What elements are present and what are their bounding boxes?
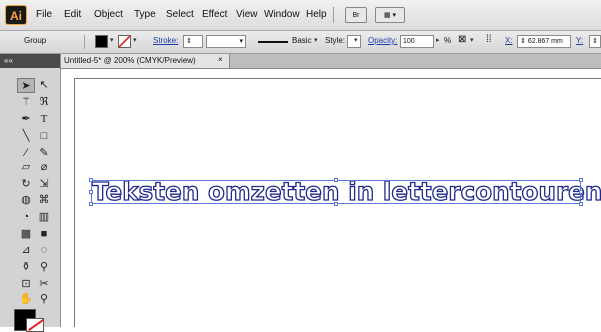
opacity-unit: % — [444, 36, 452, 45]
menu-type[interactable]: Type — [134, 9, 156, 20]
control-bar: Group ▾ ▾ Stroke: ⇕ ▾ Basic ▾ Style: ▾ O… — [0, 31, 601, 54]
chevron-right-icon[interactable]: ▸ — [436, 36, 440, 44]
stroke-label[interactable]: Stroke: — [153, 36, 178, 45]
selection-handle[interactable] — [334, 202, 338, 206]
gradient-tool-icon[interactable]: ■ — [35, 227, 53, 242]
tools-panel-header[interactable]: «« — [0, 54, 60, 68]
pencil-tool-icon[interactable]: ✎ — [35, 146, 53, 161]
chevron-down-icon[interactable]: ▾ — [133, 36, 137, 44]
eraser-tool-icon[interactable]: ⌀ — [35, 160, 53, 175]
selection-type-label: Group — [24, 36, 47, 45]
chevron-down-icon[interactable]: ▾ — [470, 36, 474, 44]
chevron-down-icon[interactable]: ▾ — [314, 36, 318, 44]
selection-handle[interactable] — [579, 202, 583, 206]
symbol-sprayer-icon[interactable]: ◔ — [17, 210, 35, 225]
menu-bar: Ai File Edit Object Type Select Effect V… — [0, 0, 601, 31]
mesh-tool-icon[interactable]: ▩ — [17, 227, 35, 242]
selection-handle[interactable] — [89, 178, 93, 182]
menu-select[interactable]: Select — [166, 9, 194, 20]
chevron-down-icon[interactable]: ▾ — [110, 36, 114, 44]
selection-bounding-box[interactable] — [91, 180, 581, 204]
y-field[interactable]: ⇕ — [589, 35, 601, 48]
stroke-profile-label[interactable]: Basic — [292, 36, 312, 45]
fill-swatch[interactable] — [95, 35, 108, 48]
app-logo: Ai — [5, 5, 27, 25]
magic-wand-icon[interactable]: ⚚ — [17, 95, 35, 110]
selection-handle[interactable] — [89, 190, 93, 194]
y-label[interactable]: Y: — [576, 36, 583, 45]
menu-window[interactable]: Window — [264, 9, 300, 20]
close-icon[interactable]: × — [218, 55, 223, 64]
selection-handle[interactable] — [334, 178, 338, 182]
artboard-tool-icon[interactable]: ⊡ — [17, 277, 35, 292]
bridge-icon[interactable]: Br — [345, 7, 367, 23]
rectangle-tool-icon[interactable]: □ — [35, 129, 53, 144]
divider — [84, 35, 85, 49]
warp-tool-icon[interactable]: ◍ — [17, 193, 35, 208]
paintbrush-tool-icon[interactable]: ⁄ — [17, 146, 35, 161]
stroke-profile-preview — [258, 41, 288, 43]
stroke-weight-field[interactable]: ⇕ — [183, 35, 203, 48]
x-field[interactable]: ⇕ 62.867 mm — [517, 35, 571, 48]
selection-handle[interactable] — [579, 178, 583, 182]
x-value: 62.867 mm — [527, 38, 563, 45]
selection-handle[interactable] — [579, 190, 583, 194]
selection-handle[interactable] — [89, 202, 93, 206]
selection-tool-icon[interactable]: ➤ — [17, 78, 35, 93]
opacity-field[interactable]: 100 — [400, 35, 434, 48]
slice-tool-icon[interactable]: ✂ — [35, 277, 53, 292]
pen-tool-icon[interactable]: ✒ — [17, 112, 35, 127]
direct-selection-tool-icon[interactable]: ↖ — [35, 78, 53, 93]
x-label[interactable]: X: — [505, 36, 513, 45]
blob-brush-icon[interactable]: ▱ — [17, 160, 35, 175]
menu-view[interactable]: View — [236, 9, 258, 20]
stroke-weight-dropdown[interactable]: ▾ — [206, 35, 246, 48]
menu-object[interactable]: Object — [94, 9, 123, 20]
style-label: Style: — [325, 36, 346, 45]
menu-help[interactable]: Help — [306, 9, 327, 20]
menu-effect[interactable]: Effect — [202, 9, 227, 20]
chevron-down-icon[interactable]: ▾ — [354, 36, 358, 44]
stroke-swatch[interactable] — [118, 35, 131, 48]
rotate-tool-icon[interactable]: ↻ — [17, 177, 35, 192]
recolor-icon[interactable]: ⊠ — [458, 34, 466, 45]
menu-file[interactable]: File — [36, 9, 52, 20]
lasso-icon[interactable]: ℜ — [35, 95, 53, 110]
align-icon[interactable]: ⁞⁞ — [486, 34, 492, 45]
type-tool-icon[interactable]: T — [35, 112, 53, 127]
eyedropper-tool-icon[interactable]: ⊿ — [17, 243, 35, 258]
blend-tool-icon[interactable]: ◌ — [35, 243, 53, 258]
menu-edit[interactable]: Edit — [64, 9, 81, 20]
artboard-edge — [74, 78, 75, 327]
free-transform-icon[interactable]: ⌘ — [35, 193, 53, 208]
hand-tool-icon[interactable]: ✋ — [17, 292, 35, 307]
artboard-edge — [74, 78, 601, 79]
none-slash-icon — [118, 35, 131, 48]
line-tool-icon[interactable]: ╲ — [17, 129, 35, 144]
zoom-tool-icon[interactable]: ⚲ — [35, 292, 53, 307]
opacity-label[interactable]: Opacity: — [368, 36, 397, 45]
graph-tool-icon[interactable]: ▥ — [35, 210, 53, 225]
arrange-documents-icon[interactable]: ▦ ▾ — [375, 7, 405, 23]
stroke-color-box[interactable] — [26, 318, 44, 332]
scale-tool-icon[interactable]: ⇲ — [35, 177, 53, 192]
live-paint-selection-icon[interactable]: ⚲ — [35, 260, 53, 275]
menu-separator — [333, 7, 334, 23]
live-paint-icon[interactable]: ⚱ — [17, 260, 35, 275]
document-tab[interactable]: Untitled-5* @ 200% (CMYK/Preview) — [60, 54, 230, 68]
